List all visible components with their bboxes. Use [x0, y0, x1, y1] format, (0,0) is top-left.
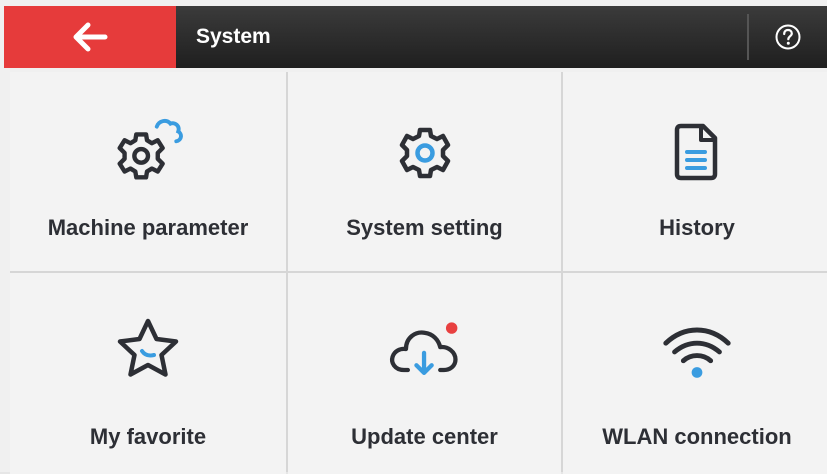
tile-my-favorite[interactable]: My favorite — [10, 273, 286, 474]
cloud-download-icon — [389, 322, 458, 376]
wifi-icon — [663, 327, 731, 378]
tile-label: Update center — [351, 424, 498, 449]
tile-label: WLAN connection — [602, 424, 792, 449]
star-icon — [117, 318, 179, 377]
tile-label: My favorite — [89, 424, 207, 449]
top-bar: System — [4, 6, 827, 68]
document-icon — [674, 123, 718, 181]
tile-label: Machine parameter — [47, 215, 249, 240]
notification-dot — [445, 322, 457, 334]
tile-label: History — [659, 215, 735, 240]
tile-update-center[interactable]: Update center — [288, 273, 561, 474]
tile-label: System setting — [346, 215, 503, 240]
back-button[interactable] — [4, 6, 176, 68]
page-title: System — [196, 25, 271, 48]
arrow-left-icon — [73, 22, 108, 52]
tile-history[interactable]: History — [563, 72, 827, 271]
tile-wlan-connection[interactable]: WLAN connection — [563, 273, 827, 474]
gear-icon — [399, 127, 450, 179]
tile-system-setting[interactable]: System setting — [288, 72, 561, 271]
menu-grid: Machine parameter System setting History… — [10, 72, 827, 474]
tile-machine-parameter[interactable]: Machine parameter — [10, 72, 286, 271]
help-button[interactable] — [749, 6, 827, 68]
system-screen: System Machine parameter System setting … — [0, 0, 827, 474]
gear-cloud-icon — [117, 118, 183, 180]
question-circle-icon — [775, 24, 801, 50]
